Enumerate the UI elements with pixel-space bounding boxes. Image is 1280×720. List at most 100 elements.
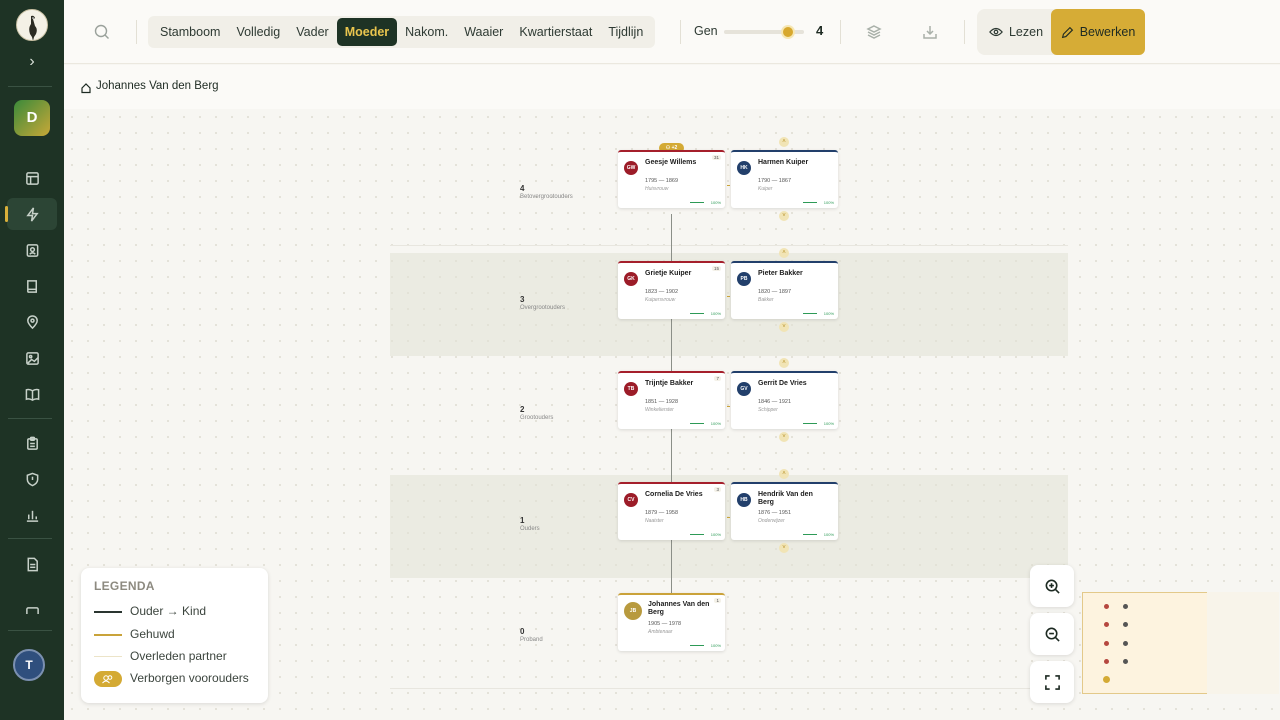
completeness-bar (690, 534, 704, 535)
person-avatar: GW (624, 161, 638, 175)
generation-number: 0 (520, 627, 525, 636)
person-name: Grietje Kuiper (645, 270, 692, 277)
nav-book[interactable] (7, 270, 57, 302)
person-name: Gerrit De Vries (758, 380, 807, 387)
nav-contacts[interactable] (7, 234, 57, 266)
person-avatar: CV (624, 493, 638, 507)
person-card[interactable]: GV Gerrit De Vries 1846 — 1921 Schipper 100% (731, 371, 838, 429)
person-completeness: 100% (823, 200, 834, 205)
expand-up-icon[interactable]: ˄ (779, 137, 789, 147)
person-card[interactable]: GK Grietje Kuiper 1823 — 1902 Kuipersvrouw 1… (618, 261, 725, 319)
person-completeness: 100% (823, 532, 834, 537)
marriage-connector (727, 296, 730, 297)
fit-screen-button[interactable] (1030, 661, 1074, 703)
nav-sources[interactable] (7, 378, 57, 410)
view-tab[interactable]: Tijdlijn (600, 18, 651, 46)
legend-item: Overleden partner (94, 647, 264, 667)
zoom-in-button[interactable] (1030, 565, 1074, 607)
generation-name: Ouders (520, 526, 540, 532)
expand-up-icon[interactable]: ˄ (779, 469, 789, 479)
person-occupation: Bakker (758, 297, 774, 303)
download-icon (923, 26, 937, 39)
download-button[interactable] (922, 24, 938, 40)
person-card[interactable]: GW Geesje Willems 1795 — 1869 Huisvrouw 100%… (618, 150, 725, 208)
person-completeness: 100% (823, 421, 834, 426)
minimap-dot (1103, 676, 1110, 683)
bolt-icon (25, 206, 39, 222)
person-card[interactable]: HK Harmen Kuiper 1790 — 1867 Kuiper 100% (731, 150, 838, 208)
image-icon (25, 351, 39, 365)
nav-reports[interactable] (7, 548, 57, 580)
expand-up-icon[interactable]: ˄ (779, 248, 789, 258)
search-icon (94, 24, 109, 39)
person-completeness: 100% (710, 200, 721, 205)
legend-item: Gehuwd (94, 625, 264, 645)
generation-name: Proband (520, 637, 543, 643)
book-icon (26, 279, 37, 293)
expand-down-icon[interactable]: ˅ (779, 322, 789, 332)
marriage-connector (727, 517, 730, 518)
person-card[interactable]: PB Pieter Bakker 1820 — 1897 Bakker 100% (731, 261, 838, 319)
legend-label: Verborgen voorouders (130, 671, 249, 685)
nav-dashboard[interactable] (7, 162, 57, 194)
home-icon[interactable] (80, 81, 92, 94)
generation-slider-thumb[interactable] (781, 25, 795, 39)
person-dates: 1851 — 1928 (645, 399, 679, 405)
person-card[interactable]: CV Cornelia De Vries 1879 — 1958 Naaister 10… (618, 482, 725, 540)
minimap-dot (1104, 622, 1109, 627)
generation-number: 1 (520, 516, 525, 525)
view-tab[interactable]: Nakom. (397, 18, 456, 46)
user-avatar[interactable]: T (13, 649, 45, 681)
edit-mode-button[interactable]: Bewerken (1051, 9, 1145, 55)
person-record-count: 31 (711, 155, 721, 160)
legend-item: Verborgen voorouders (94, 669, 264, 689)
expand-down-icon[interactable]: ˅ (779, 211, 789, 221)
view-tab[interactable]: Stamboom (152, 18, 228, 46)
person-occupation: Huisvrouw (645, 186, 669, 192)
zoom-out-button[interactable] (1030, 613, 1074, 655)
view-tab[interactable]: Kwartierstaat (511, 18, 600, 46)
contacts-icon (26, 243, 38, 257)
generation-number: 3 (520, 295, 525, 304)
person-card[interactable]: TB Trijntje Bakker 1851 — 1928 Winkelierste… (618, 371, 725, 429)
view-tab[interactable]: Moeder (336, 18, 398, 46)
completeness-bar (803, 202, 817, 203)
minimap[interactable] (1082, 592, 1279, 694)
person-occupation: Kuipersvrouw (645, 297, 676, 303)
read-mode-button[interactable]: Lezen (981, 13, 1051, 51)
nav-stats[interactable] (7, 499, 57, 531)
generation-slider[interactable] (724, 25, 804, 39)
layers-button[interactable] (866, 24, 882, 40)
expand-up-icon[interactable]: ˄ (779, 358, 789, 368)
view-tab[interactable]: Waaier (456, 18, 511, 46)
toolbar-divider (840, 20, 841, 44)
nav-tasks[interactable] (7, 427, 57, 459)
pencil-icon (1061, 26, 1073, 38)
view-tab[interactable]: Volledig (228, 18, 288, 46)
completeness-bar (690, 645, 704, 646)
person-card[interactable]: JB Johannes Van den Berg 1905 — 1978 Ambten… (618, 593, 725, 651)
nav-bolt[interactable] (5, 198, 57, 230)
legend-label: Ouder → Kind (130, 604, 207, 618)
bird-logo-icon[interactable] (16, 9, 48, 41)
breadcrumb-person[interactable]: Johannes Van den Berg (96, 80, 219, 92)
workspace-avatar[interactable]: D (14, 100, 50, 136)
window-icon (25, 606, 39, 614)
person-card[interactable]: HB Hendrik Van den Berg 1876 — 1951 Onderwi… (731, 482, 838, 540)
nav-more[interactable] (7, 598, 57, 614)
generation-value: 4 (816, 23, 824, 38)
hidden-ancestors-swatch (94, 671, 122, 687)
search-button[interactable] (92, 22, 112, 42)
nav-media[interactable] (7, 342, 57, 374)
sidebar-divider (8, 418, 52, 419)
person-avatar: GV (737, 382, 751, 396)
expand-down-icon[interactable]: ˅ (779, 543, 789, 553)
expand-down-icon[interactable]: ˅ (779, 432, 789, 442)
view-tab[interactable]: Vader (288, 18, 336, 46)
person-occupation: Onderwijzer (758, 518, 785, 524)
nav-privacy[interactable] (7, 463, 57, 495)
generation-name: Overgrootouders (520, 305, 566, 311)
expand-sidebar-icon[interactable]: › (20, 52, 44, 72)
nav-places[interactable] (7, 306, 57, 338)
person-occupation: Winkelierster (645, 407, 674, 413)
